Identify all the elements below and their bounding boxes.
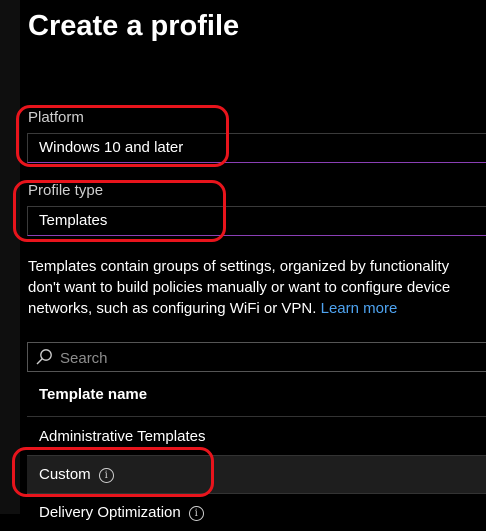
template-name-text: Custom: [39, 466, 91, 483]
header-divider: [27, 416, 486, 417]
template-name: Custom i: [39, 466, 114, 483]
table-row[interactable]: Custom i: [27, 456, 486, 493]
column-header-template-name[interactable]: Template name: [39, 386, 147, 403]
template-name-text: Delivery Optimization: [39, 504, 181, 521]
profile-type-label: Profile type: [28, 182, 104, 199]
description-line: networks, such as configuring WiFi or VP…: [28, 298, 486, 319]
table-row[interactable]: Administrative Templates: [27, 418, 486, 455]
template-name: Administrative Templates: [39, 428, 206, 445]
description: Templates contain groups of settings, or…: [28, 256, 486, 319]
left-rail: [0, 0, 20, 514]
search-input[interactable]: [58, 346, 486, 370]
search-box[interactable]: [27, 342, 486, 372]
profile-type-dropdown[interactable]: Templates: [27, 206, 486, 236]
platform-dropdown[interactable]: Windows 10 and later: [27, 133, 486, 163]
template-name: Delivery Optimization i: [39, 504, 204, 521]
platform-label: Platform: [28, 109, 84, 126]
info-icon[interactable]: i: [98, 468, 114, 483]
profile-type-value: Templates: [39, 212, 108, 229]
description-line: Templates contain groups of settings, or…: [28, 258, 450, 275]
page-title: Create a profile: [28, 10, 240, 42]
platform-value: Windows 10 and later: [39, 139, 184, 156]
learn-more-link[interactable]: Learn more: [321, 300, 398, 317]
table-row[interactable]: Delivery Optimization i: [27, 494, 486, 531]
description-line: don't want to build policies manually or…: [28, 279, 451, 296]
search-icon: [36, 349, 52, 365]
description-text: networks, such as configuring WiFi or VP…: [28, 300, 317, 317]
